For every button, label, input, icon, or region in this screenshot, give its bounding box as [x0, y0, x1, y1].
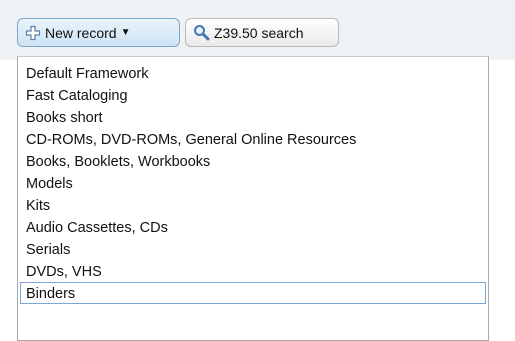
caret-down-icon: ▼ [120, 27, 131, 38]
menu-item-books-short[interactable]: Books short [18, 106, 488, 128]
menu-item-audio-cassettes[interactable]: Audio Cassettes, CDs [18, 216, 488, 238]
menu-item-models[interactable]: Models [18, 172, 488, 194]
new-record-label: New record [45, 24, 117, 41]
menu-item-dvds-vhs[interactable]: DVDs, VHS [18, 260, 488, 282]
z3950-search-button[interactable]: Z39.50 search [185, 18, 339, 47]
new-record-dropdown-menu: Default Framework Fast Cataloging Books … [17, 56, 489, 341]
menu-item-serials[interactable]: Serials [18, 238, 488, 260]
menu-item-fast-cataloging[interactable]: Fast Cataloging [18, 84, 488, 106]
menu-item-binders[interactable]: Binders [20, 282, 486, 304]
z3950-search-label: Z39.50 search [214, 24, 304, 41]
new-record-button[interactable]: New record ▼ [17, 18, 180, 47]
menu-item-kits[interactable]: Kits [18, 194, 488, 216]
menu-item-cd-roms[interactable]: CD-ROMs, DVD-ROMs, General Online Resour… [18, 128, 488, 150]
menu-item-books-booklets[interactable]: Books, Booklets, Workbooks [18, 150, 488, 172]
menu-item-default-framework[interactable]: Default Framework [18, 62, 488, 84]
plus-icon [25, 25, 41, 41]
search-icon [193, 24, 210, 41]
